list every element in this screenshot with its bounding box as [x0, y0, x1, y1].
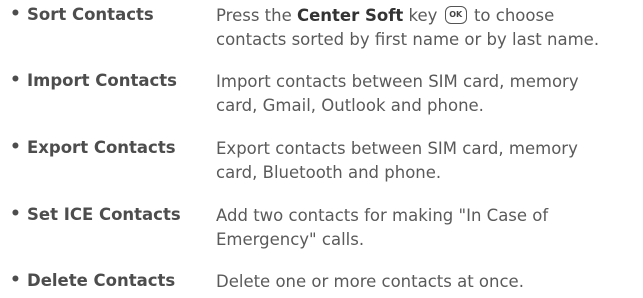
bullet: • — [10, 270, 21, 290]
bullet: • — [10, 137, 21, 157]
ok-key-icon: OK — [444, 6, 467, 24]
term-sort-contacts: Sort Contacts — [27, 5, 154, 24]
description-delete-contacts: Delete one or more contacts at once. — [216, 272, 524, 291]
term-export-contacts: Export Contacts — [27, 138, 176, 157]
term-set-ice-contacts: Set ICE Contacts — [27, 205, 181, 224]
description-import-contacts: Import contacts between SIM card, memory… — [216, 72, 579, 115]
bullet: • — [10, 204, 21, 224]
bullet: • — [10, 4, 21, 24]
term-delete-contacts: Delete Contacts — [27, 271, 176, 290]
description-sort-contacts: Press the Center Soft key OK to choose c… — [216, 6, 600, 49]
term-import-contacts: Import Contacts — [27, 71, 177, 90]
bullet: • — [10, 70, 21, 90]
key-name: Center Soft — [297, 6, 404, 25]
description-export-contacts: Export contacts between SIM card, memory… — [216, 139, 578, 182]
contacts-options-list: • Sort Contacts Press the Center Soft ke… — [0, 0, 643, 298]
description-set-ice-contacts: Add two contacts for making "In Case of … — [216, 206, 549, 249]
